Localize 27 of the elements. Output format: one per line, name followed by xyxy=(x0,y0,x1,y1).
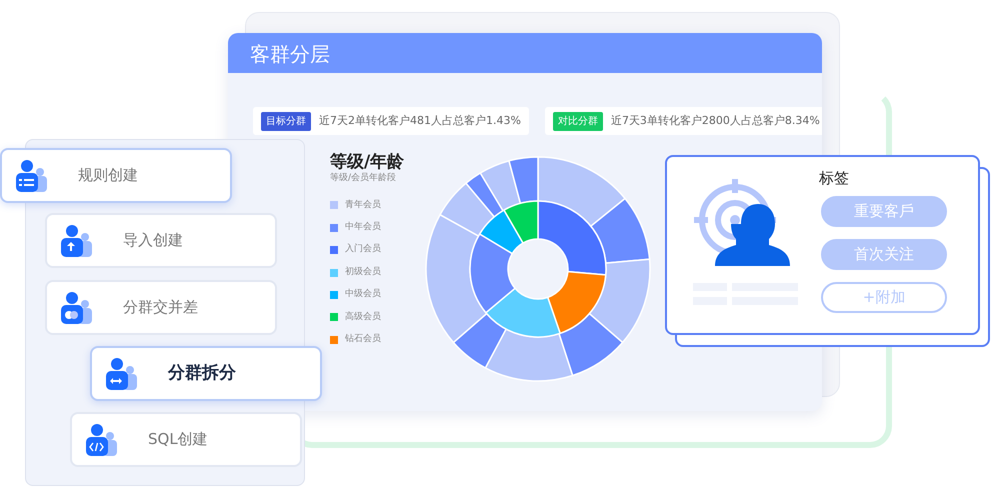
legend-label: 入门会员 xyxy=(345,243,381,256)
person-icon xyxy=(59,290,93,324)
stat-text: 近7天3单转化客户2800人占总客户8.34% xyxy=(610,112,820,129)
person-icon xyxy=(14,158,48,192)
method-item[interactable]: SQL创建 xyxy=(70,412,302,467)
legend-label: 钻石会员 xyxy=(345,332,381,346)
sunburst-segment xyxy=(480,160,522,212)
legend-label: 中级会员 xyxy=(345,288,381,302)
person-icon xyxy=(59,224,93,258)
legend-label: 高级会员 xyxy=(345,310,381,324)
person-icon xyxy=(104,356,138,390)
tag-title: 标签 xyxy=(819,168,850,189)
method-item[interactable]: 规则创建 xyxy=(0,148,232,203)
legend-label: 青年会员 xyxy=(345,198,381,212)
sunburst-segment xyxy=(558,312,624,376)
chart-title: 等级/年龄 xyxy=(330,153,406,172)
group-tag: 目标分群 xyxy=(261,112,311,130)
chart-subtitle: 等级/会员年龄段 xyxy=(330,172,398,185)
method-item[interactable]: 分群拆分 xyxy=(90,346,322,401)
person-icon xyxy=(84,422,118,456)
stat-text: 近7天2单转化客户481人占总客户1.43% xyxy=(319,112,521,129)
panel-title: 客群分层 xyxy=(228,33,822,73)
legend-label: 中年会员 xyxy=(345,221,381,234)
method-item[interactable]: 导入创建 xyxy=(45,213,277,268)
method-item[interactable]: 分群交并差 xyxy=(45,280,277,335)
group-tag: 对比分群 xyxy=(552,112,603,130)
legend-label: 初级会员 xyxy=(345,266,381,279)
